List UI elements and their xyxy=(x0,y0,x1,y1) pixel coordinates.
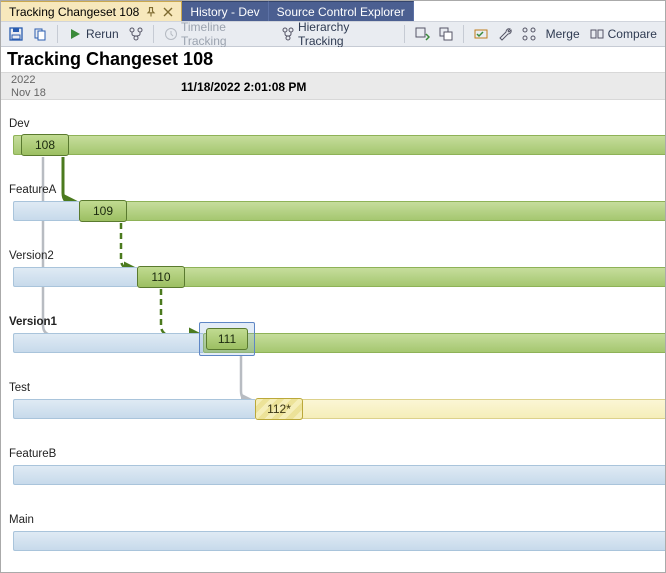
save-button[interactable] xyxy=(5,23,27,45)
timeline-tracking-button[interactable]: Timeline Tracking xyxy=(160,23,275,45)
refresh-icon xyxy=(414,26,430,42)
play-icon xyxy=(68,27,82,41)
options-button[interactable] xyxy=(494,23,516,45)
branch-label-main: Main xyxy=(9,514,34,526)
select-all-button[interactable] xyxy=(435,23,457,45)
close-icon[interactable] xyxy=(163,7,173,17)
branch-label-test: Test xyxy=(9,382,30,394)
timeline-canvas[interactable]: Dev 108 FeatureA 109 Version2 110 Versio… xyxy=(1,100,665,572)
ruler-datetime: 11/18/2022 2:01:08 PM xyxy=(181,80,306,94)
toggle-labels-button[interactable] xyxy=(518,23,540,45)
tab-label: History - Dev xyxy=(190,5,259,19)
branch-bar-featurea[interactable] xyxy=(79,201,665,221)
pin-icon[interactable] xyxy=(145,6,157,18)
changeset-icon xyxy=(473,26,489,42)
changeset-112-pending[interactable]: 112* xyxy=(255,398,303,420)
select-icon xyxy=(438,26,454,42)
separator xyxy=(57,25,58,43)
changeset-108[interactable]: 108 xyxy=(21,134,69,156)
branch-label-version1: Version1 xyxy=(9,316,57,328)
branch-bar-test[interactable] xyxy=(255,399,665,419)
timeline-ruler: 2022 Nov 18 11/18/2022 2:01:08 PM xyxy=(1,72,665,100)
branch-label-dev: Dev xyxy=(9,118,29,130)
ruler-year: 2022 xyxy=(11,74,35,86)
branch-bar-test-left[interactable] xyxy=(13,399,255,419)
show-changeset-button[interactable] xyxy=(470,23,492,45)
labels-icon xyxy=(521,26,537,42)
compare-button[interactable]: Compare xyxy=(586,23,661,45)
changeset-111[interactable]: 111 xyxy=(206,328,248,350)
branch-bar-version2-left[interactable] xyxy=(13,267,137,287)
hierarchy-tracking-button[interactable]: Hierarchy Tracking xyxy=(277,23,398,45)
page-title: Tracking Changeset 108 xyxy=(1,47,665,72)
branch-bar-dev[interactable] xyxy=(13,135,665,155)
branch-bar-version2[interactable] xyxy=(137,267,665,287)
changeset-110[interactable]: 110 xyxy=(137,266,185,288)
save-icon xyxy=(8,26,24,42)
branch-bar-version1[interactable] xyxy=(203,333,665,353)
copy-button[interactable] xyxy=(29,23,51,45)
copy-icon xyxy=(32,26,48,42)
branch-bar-version1-left[interactable] xyxy=(13,333,203,353)
tab-tracking-changeset[interactable]: Tracking Changeset 108 xyxy=(1,1,182,21)
tracking-toolbar: Rerun Timeline Tracking Hierarchy Tracki… xyxy=(1,21,665,47)
branch-label-featureb: FeatureB xyxy=(9,448,56,460)
hierarchy-icon xyxy=(281,27,294,41)
branch-bar-featurea-left[interactable] xyxy=(13,201,79,221)
branch-bar-featureb[interactable] xyxy=(13,465,665,485)
branch-label-featurea: FeatureA xyxy=(9,184,56,196)
tab-history-dev[interactable]: History - Dev xyxy=(182,1,268,21)
separator xyxy=(463,25,464,43)
branch-bar-main[interactable] xyxy=(13,531,665,551)
tab-label: Tracking Changeset 108 xyxy=(9,5,139,19)
tracking-window: Tracking Changeset 108 History - Dev Sou… xyxy=(0,0,666,573)
branch-picker-button[interactable] xyxy=(125,23,147,45)
merge-button[interactable]: Merge xyxy=(542,23,584,45)
ruler-day: Nov 18 xyxy=(11,87,46,99)
wrench-icon xyxy=(497,26,513,42)
rerun-button[interactable]: Rerun xyxy=(64,23,123,45)
branch-icon xyxy=(128,26,144,42)
compare-icon xyxy=(590,27,604,41)
track-now-button[interactable] xyxy=(411,23,433,45)
separator xyxy=(153,25,154,43)
doc-tabstrip: Tracking Changeset 108 History - Dev Sou… xyxy=(1,1,665,21)
changeset-109[interactable]: 109 xyxy=(79,200,127,222)
tab-label: Source Control Explorer xyxy=(277,5,405,19)
separator xyxy=(404,25,405,43)
tab-source-control-explorer[interactable]: Source Control Explorer xyxy=(269,1,414,21)
clock-icon xyxy=(164,27,177,41)
branch-label-version2: Version2 xyxy=(9,250,54,262)
